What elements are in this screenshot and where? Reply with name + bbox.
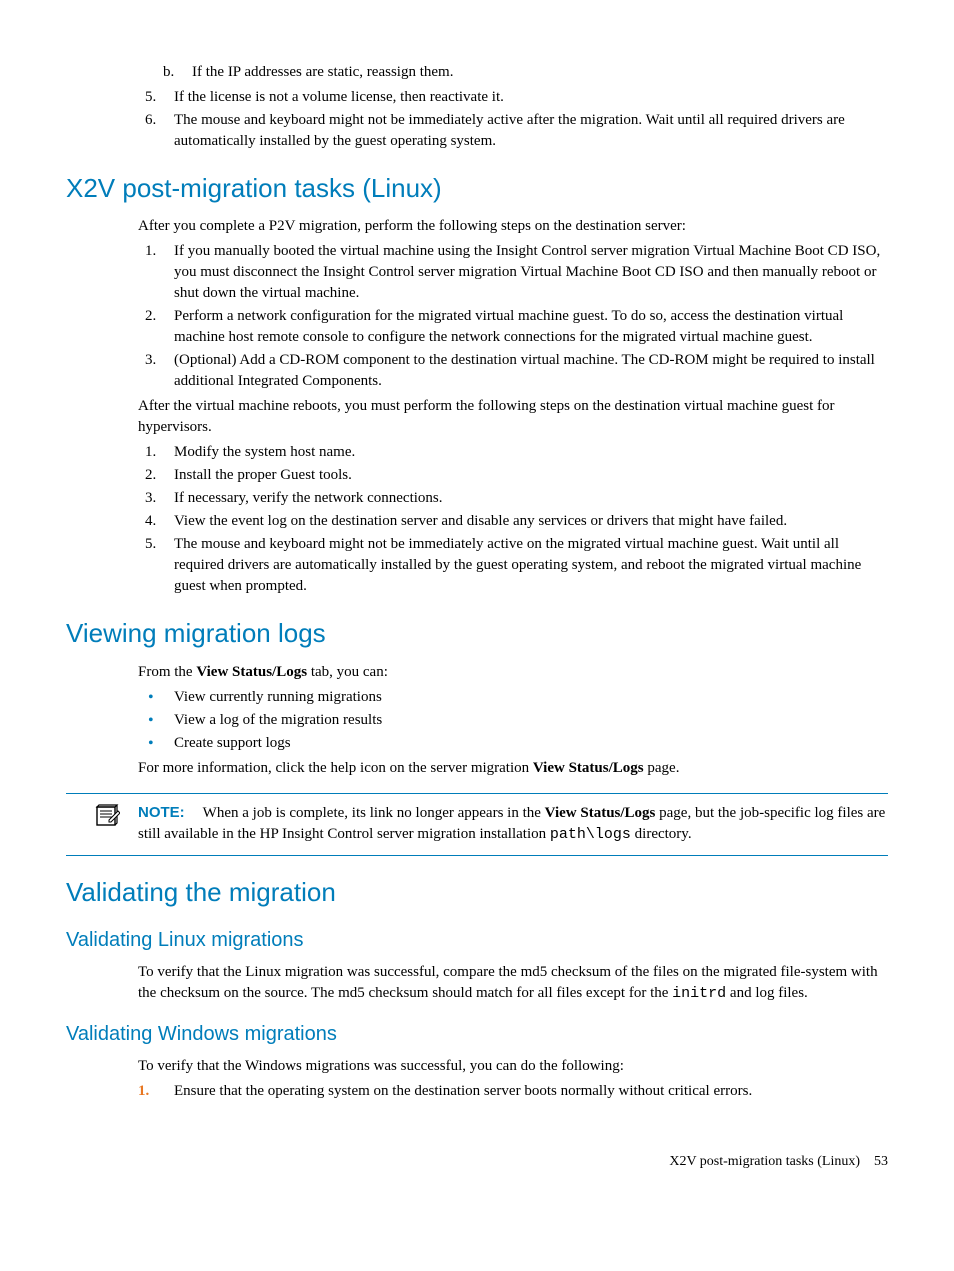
text-bold: View Status/Logs bbox=[545, 805, 656, 821]
bullet-item: Create support logs bbox=[138, 733, 888, 754]
list-item-5: If the license is not a volume license, … bbox=[160, 87, 888, 108]
list-marker: 1. bbox=[138, 1081, 149, 1102]
note-callout: NOTE: When a job is complete, its link no… bbox=[66, 793, 888, 856]
list-item: If you manually booted the virtual machi… bbox=[160, 241, 888, 304]
x2v-intro: After you complete a P2V migration, perf… bbox=[138, 216, 888, 237]
top-continuation: If the IP addresses are static, reassign… bbox=[138, 62, 888, 152]
bullet-item: View currently running migrations bbox=[138, 687, 888, 708]
note-label: NOTE: bbox=[138, 804, 185, 821]
text: page. bbox=[644, 760, 680, 776]
text: For more information, click the help ico… bbox=[138, 760, 533, 776]
view-intro: From the View Status/Logs tab, you can: bbox=[138, 662, 888, 683]
text: Ensure that the operating system on the … bbox=[174, 1083, 752, 1099]
note-text: When a job is complete, its link no long… bbox=[138, 805, 885, 842]
text-code: path\logs bbox=[550, 826, 631, 843]
x2v-after: After the virtual machine reboots, you m… bbox=[138, 396, 888, 438]
heading-viewing-logs: Viewing migration logs bbox=[66, 615, 888, 651]
text: directory. bbox=[631, 826, 692, 842]
list-item: 1. Ensure that the operating system on t… bbox=[138, 1081, 888, 1102]
view-more-info: For more information, click the help ico… bbox=[138, 758, 888, 779]
text-code: initrd bbox=[672, 985, 726, 1002]
text: When a job is complete, its link no long… bbox=[203, 805, 545, 821]
list-item: Perform a network configuration for the … bbox=[160, 306, 888, 348]
footer-page-number: 53 bbox=[874, 1154, 888, 1169]
note-icon bbox=[94, 802, 120, 835]
bullet-item: View a log of the migration results bbox=[138, 710, 888, 731]
footer-title: X2V post-migration tasks (Linux) bbox=[669, 1154, 860, 1169]
text: and log files. bbox=[726, 985, 808, 1001]
page-footer: X2V post-migration tasks (Linux) 53 bbox=[66, 1152, 888, 1172]
text-bold: View Status/Logs bbox=[533, 760, 644, 776]
text-bold: View Status/Logs bbox=[196, 664, 307, 680]
list-item-6: The mouse and keyboard might not be imme… bbox=[160, 110, 888, 152]
text: From the bbox=[138, 664, 196, 680]
valid-win-intro: To verify that the Windows migrations wa… bbox=[138, 1056, 888, 1077]
list-item: Install the proper Guest tools. bbox=[160, 465, 888, 486]
list-item: The mouse and keyboard might not be imme… bbox=[160, 534, 888, 597]
list-item: If necessary, verify the network connect… bbox=[160, 488, 888, 509]
heading-validating-linux: Validating Linux migrations bbox=[66, 926, 888, 954]
heading-validating-migration: Validating the migration bbox=[66, 874, 888, 910]
list-item: (Optional) Add a CD-ROM component to the… bbox=[160, 350, 888, 392]
list-item: Modify the system host name. bbox=[160, 442, 888, 463]
heading-validating-windows: Validating Windows migrations bbox=[66, 1020, 888, 1048]
text: tab, you can: bbox=[307, 664, 388, 680]
heading-x2v-linux: X2V post-migration tasks (Linux) bbox=[66, 170, 888, 206]
list-item-b: If the IP addresses are static, reassign… bbox=[178, 62, 888, 83]
valid-linux-body: To verify that the Linux migration was s… bbox=[138, 962, 888, 1004]
list-item: View the event log on the destination se… bbox=[160, 511, 888, 532]
